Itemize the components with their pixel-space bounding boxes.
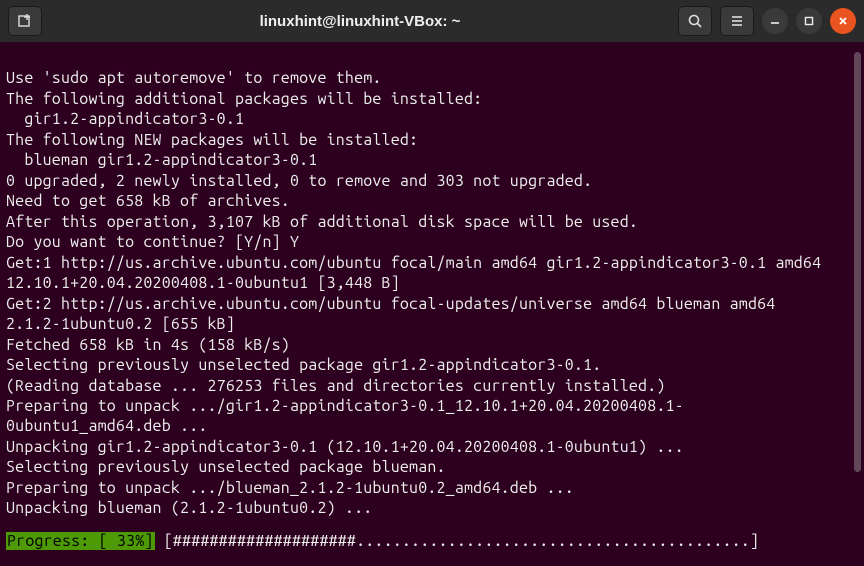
- terminal-line: After this operation, 3,107 kB of additi…: [6, 213, 638, 231]
- terminal-line: Unpacking gir1.2-appindicator3-0.1 (12.1…: [6, 438, 684, 456]
- maximize-button[interactable]: [796, 8, 822, 34]
- terminal-line: Fetched 658 kB in 4s (158 kB/s): [6, 336, 290, 354]
- minimize-button[interactable]: [762, 8, 788, 34]
- terminal-line: blueman gir1.2-appindicator3-0.1: [6, 151, 317, 169]
- titlebar-left: [8, 6, 42, 36]
- terminal-line: Preparing to unpack .../gir1.2-appindica…: [6, 396, 826, 437]
- scrollbar[interactable]: [852, 42, 862, 566]
- terminal-line: Use 'sudo apt autoremove' to remove them…: [6, 69, 382, 87]
- menu-icon: [729, 13, 745, 29]
- terminal-line: Do you want to continue? [Y/n] Y: [6, 233, 299, 251]
- menu-button[interactable]: [720, 6, 754, 36]
- window-title: linuxhint@linuxhint-VBox: ~: [48, 13, 672, 30]
- scrollbar-thumb[interactable]: [854, 52, 861, 472]
- titlebar-right: [678, 6, 856, 36]
- terminal-line: The following additional packages will b…: [6, 90, 482, 108]
- terminal-line: Preparing to unpack .../blueman_2.1.2-1u…: [6, 479, 574, 497]
- new-tab-button[interactable]: [8, 6, 42, 36]
- terminal-output[interactable]: Use 'sudo apt autoremove' to remove them…: [0, 42, 864, 566]
- search-button[interactable]: [678, 6, 712, 36]
- progress-label: Progress: [ 33%]: [6, 532, 155, 550]
- search-icon: [687, 13, 703, 29]
- terminal-line: 0 upgraded, 2 newly installed, 0 to remo…: [6, 172, 592, 190]
- terminal-line: Selecting previously unselected package …: [6, 356, 601, 374]
- terminal-line: Get:2 http://us.archive.ubuntu.com/ubunt…: [6, 294, 826, 335]
- terminal-line: Need to get 658 kB of archives.: [6, 192, 290, 210]
- maximize-icon: [803, 15, 815, 27]
- terminal-line: The following NEW packages will be insta…: [6, 131, 418, 149]
- close-button[interactable]: [830, 8, 856, 34]
- terminal-line: (Reading database ... 276253 files and d…: [6, 377, 666, 395]
- terminal-line: Selecting previously unselected package …: [6, 458, 446, 476]
- progress-line: Progress: [ 33%] [####################..…: [6, 531, 858, 551]
- terminal-line: Unpacking blueman (2.1.2-1ubuntu0.2) ...: [6, 499, 372, 517]
- new-tab-icon: [17, 13, 33, 29]
- terminal-line: gir1.2-appindicator3-0.1: [6, 110, 244, 128]
- close-icon: [837, 15, 849, 27]
- titlebar: linuxhint@linuxhint-VBox: ~: [0, 0, 864, 42]
- progress-bar: [####################...................…: [155, 532, 769, 550]
- minimize-icon: [769, 15, 781, 27]
- terminal-line: Get:1 http://us.archive.ubuntu.com/ubunt…: [6, 253, 826, 294]
